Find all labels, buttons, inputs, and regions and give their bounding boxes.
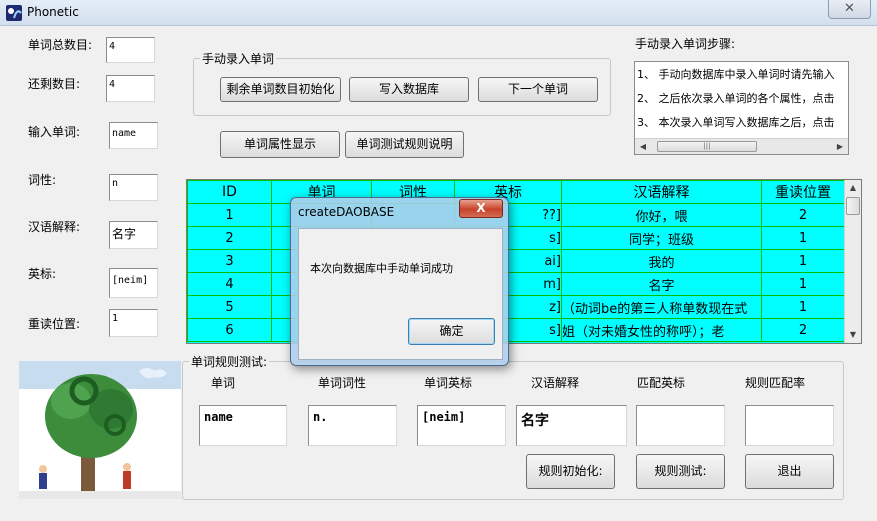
- cell-stress: 1: [761, 295, 845, 319]
- step-item-2: 2、 之后依次录入单词的各个属性，点击: [637, 92, 835, 105]
- rule-phonetic-field[interactable]: [neim]: [417, 405, 506, 446]
- rule-test-button[interactable]: 规则测试:: [636, 454, 725, 489]
- cell-stress: 2: [761, 203, 845, 227]
- cell-stress: 1: [761, 272, 845, 296]
- input-word-label: 输入单词:: [28, 125, 81, 139]
- app-icon: [6, 5, 22, 21]
- grid-col-meaning[interactable]: 汉语解释: [561, 180, 762, 204]
- total-words-label: 单词总数目:: [28, 38, 93, 52]
- dialog-close-button[interactable]: X: [459, 199, 503, 218]
- pos-label: 词性:: [28, 173, 57, 187]
- rule-phonetic-header: 单词英标: [424, 376, 473, 390]
- scroll-left-icon[interactable]: ◀: [635, 139, 651, 154]
- phonetic-field[interactable]: [neim]: [109, 268, 158, 298]
- rule-pos-field[interactable]: n.: [308, 405, 397, 446]
- show-attributes-button[interactable]: 单词属性显示: [220, 131, 340, 158]
- steps-horizontal-scrollbar[interactable]: ◀ ||| ▶: [635, 138, 848, 154]
- init-remaining-button[interactable]: 剩余单词数目初始化: [220, 77, 341, 102]
- cell-meaning: 我的: [561, 249, 762, 273]
- word-grid[interactable]: ID 单词 词性 英标 汉语解释 重读位置 1 ??] 你好，喂 2 2 s] …: [186, 179, 862, 344]
- rule-word-header: 单词: [211, 376, 236, 390]
- tree-illustration-graphic: [19, 361, 181, 499]
- rules-info-button[interactable]: 单词测试规则说明: [345, 131, 464, 158]
- remaining-field[interactable]: 4: [106, 75, 155, 102]
- rule-match-rate-field[interactable]: [745, 405, 834, 446]
- cell-meaning: 姐（对未婚女性的称呼）；老: [561, 318, 762, 342]
- title-bar: Phonetic ✕: [0, 0, 877, 26]
- window-close-button[interactable]: ✕: [828, 0, 871, 19]
- scroll-down-icon[interactable]: ▼: [845, 327, 861, 342]
- rule-match-phonetic-header: 匹配英标: [637, 376, 686, 390]
- steps-list[interactable]: 1、 手动向数据库中录入单词时请先输入 2、 之后依次录入单词的各个属性，点击 …: [634, 61, 849, 155]
- cell-meaning: 你好，喂: [561, 203, 762, 227]
- dialog-title: createDAOBASE: [298, 205, 395, 219]
- rule-word-field[interactable]: name: [199, 405, 287, 446]
- cell-stress: 1: [761, 226, 845, 250]
- table-row[interactable]: 5 z] （动词be的第三人称单数现在式 1: [187, 295, 845, 319]
- step-item-3: 3、 本次录入单词写入数据库之后，点击: [637, 116, 835, 129]
- exit-button[interactable]: 退出: [745, 454, 834, 489]
- meaning-label: 汉语解释:: [28, 220, 81, 234]
- scroll-thumb[interactable]: [846, 197, 860, 215]
- grid-col-id[interactable]: ID: [187, 180, 272, 204]
- grid-header-row: ID 单词 词性 英标 汉语解释 重读位置: [187, 180, 845, 204]
- rule-meaning-field[interactable]: 名字: [516, 405, 627, 446]
- table-row[interactable]: 3 ai] 我的 1: [187, 249, 845, 273]
- cell-id: 6: [187, 318, 272, 342]
- write-database-button[interactable]: 写入数据库: [349, 77, 469, 102]
- message-dialog: createDAOBASE X 本次向数据库中手动单词成功 确定: [290, 197, 509, 366]
- step-item-1: 1、 手动向数据库中录入单词时请先输入: [637, 68, 835, 81]
- cell-stress: 2: [761, 318, 845, 342]
- scroll-right-icon[interactable]: ▶: [832, 139, 848, 154]
- steps-title: 手动录入单词步骤:: [635, 37, 736, 51]
- scroll-thumb[interactable]: |||: [657, 141, 757, 152]
- input-word-field[interactable]: name: [109, 122, 158, 149]
- total-words-field[interactable]: 4: [106, 37, 155, 63]
- table-row[interactable]: 6 s] 姐（对未婚女性的称呼）；老 2: [187, 318, 845, 342]
- cell-id: 3: [187, 249, 272, 273]
- cell-meaning: 名字: [561, 272, 762, 296]
- stress-field[interactable]: 1: [109, 309, 158, 337]
- scroll-up-icon[interactable]: ▲: [845, 180, 861, 195]
- remaining-label: 还剩数目:: [28, 77, 81, 91]
- window-title: Phonetic: [27, 5, 79, 19]
- rule-test-group-title: 单词规则测试:: [191, 355, 268, 369]
- tree-illustration: [19, 361, 181, 499]
- manual-entry-group-title: 手动录入单词: [202, 52, 275, 66]
- rule-meaning-header: 汉语解释: [531, 376, 580, 390]
- rule-match-rate-header: 规则匹配率: [745, 376, 806, 390]
- cell-id: 1: [187, 203, 272, 227]
- pos-field[interactable]: n: [109, 174, 158, 201]
- grid-col-stress[interactable]: 重读位置: [761, 180, 845, 204]
- phonetic-label: 英标:: [28, 267, 57, 281]
- cell-meaning: （动词be的第三人称单数现在式: [561, 295, 762, 319]
- rule-pos-header: 单词词性: [318, 376, 367, 390]
- dialog-ok-button[interactable]: 确定: [408, 318, 495, 345]
- cell-id: 4: [187, 272, 272, 296]
- table-row[interactable]: 4 m] 名字 1: [187, 272, 845, 296]
- cell-stress: 1: [761, 249, 845, 273]
- next-word-button[interactable]: 下一个单词: [478, 77, 598, 102]
- rule-init-button[interactable]: 规则初始化:: [526, 454, 615, 489]
- grid-vertical-scrollbar[interactable]: ▲ ▼: [844, 180, 861, 343]
- stress-label: 重读位置:: [28, 317, 81, 331]
- meaning-field[interactable]: 名字: [109, 221, 158, 249]
- dialog-message: 本次向数据库中手动单词成功: [310, 262, 453, 275]
- table-row[interactable]: 1 ??] 你好，喂 2: [187, 203, 845, 227]
- cell-meaning: 同学；班级: [561, 226, 762, 250]
- cell-id: 5: [187, 295, 272, 319]
- table-row[interactable]: 2 s] 同学；班级 1: [187, 226, 845, 250]
- dialog-body: 本次向数据库中手动单词成功 确定: [298, 228, 503, 360]
- cell-id: 2: [187, 226, 272, 250]
- rule-match-phonetic-field[interactable]: [636, 405, 725, 446]
